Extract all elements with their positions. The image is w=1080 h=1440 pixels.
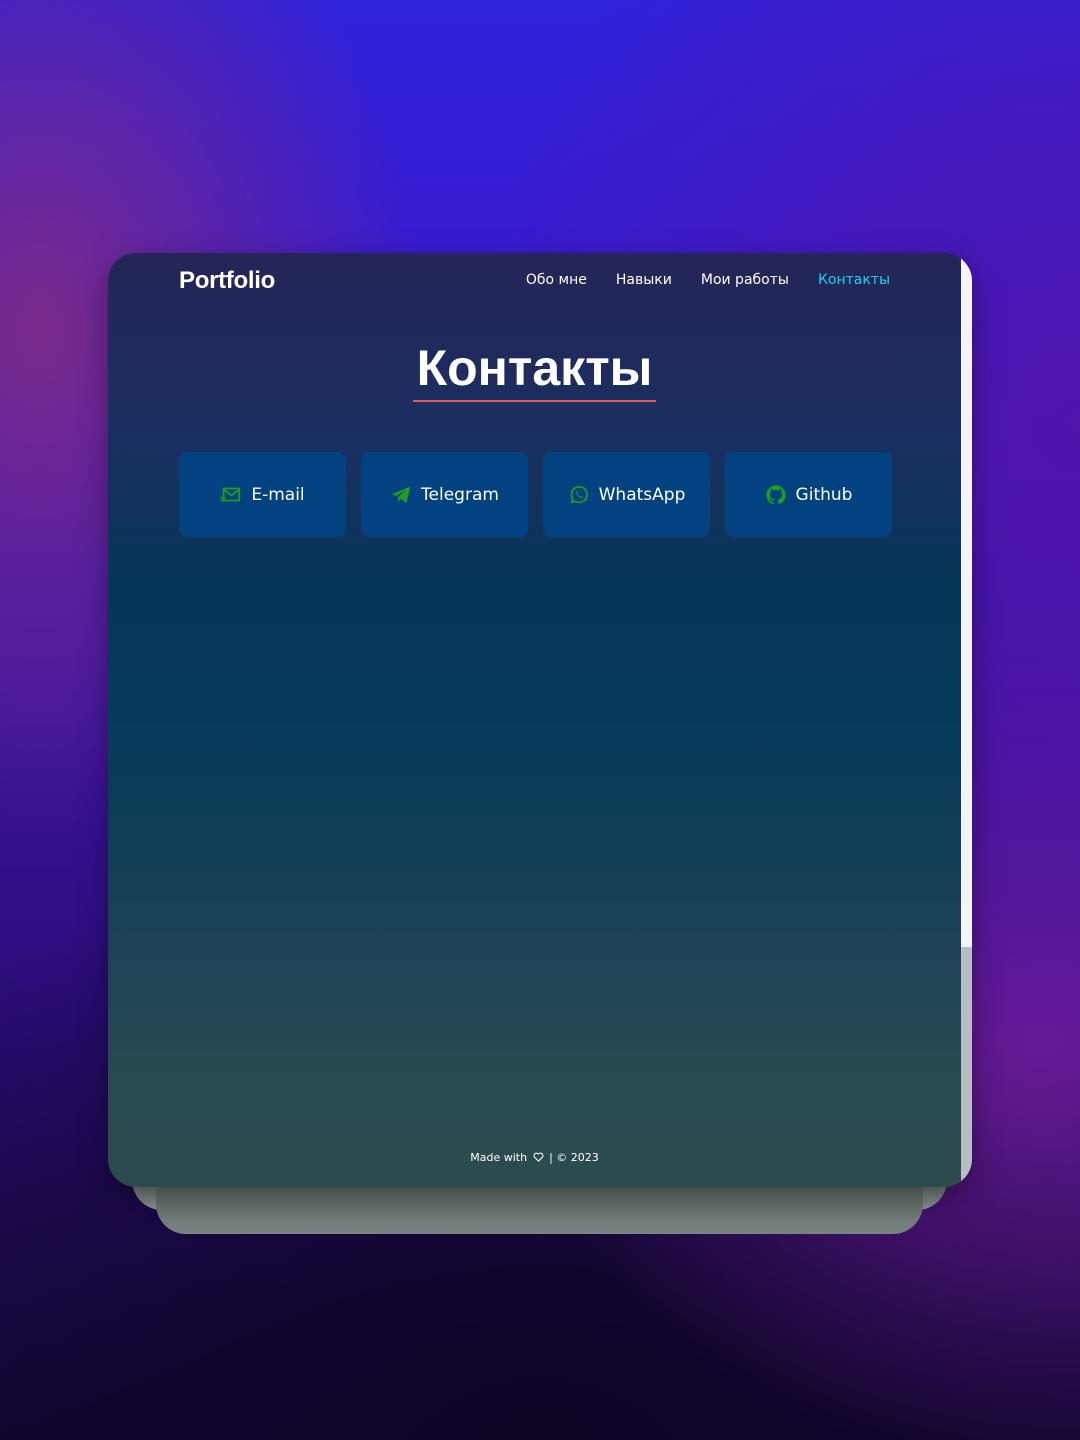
- email-label: E-mail: [251, 484, 305, 505]
- header-nav: Portfolio Обо мне Навыки Мои работы Конт…: [108, 253, 961, 311]
- scrollbar[interactable]: [961, 253, 972, 1187]
- footer: Made with | © 2023: [108, 1151, 961, 1165]
- contact-buttons: E-mail Telegram WhatsApp Github: [179, 452, 892, 537]
- github-button[interactable]: Github: [725, 452, 892, 537]
- github-icon: [765, 484, 787, 506]
- whatsapp-button[interactable]: WhatsApp: [543, 452, 710, 537]
- email-icon: [220, 484, 242, 506]
- browser-card: Portfolio Обо мне Навыки Мои работы Конт…: [108, 253, 972, 1187]
- nav-link-skills[interactable]: Навыки: [616, 272, 672, 288]
- page-title: Контакты: [412, 338, 657, 402]
- telegram-button[interactable]: Telegram: [361, 452, 528, 537]
- nav-links: Обо мне Навыки Мои работы Контакты: [526, 272, 890, 288]
- nav-link-contacts[interactable]: Контакты: [818, 272, 890, 288]
- telegram-icon: [390, 484, 412, 506]
- footer-copyright: | © 2023: [549, 1151, 599, 1164]
- heart-icon: [533, 1152, 544, 1165]
- whatsapp-icon: [568, 484, 590, 506]
- card-stack-shadow-back: [156, 1180, 923, 1234]
- telegram-label: Telegram: [421, 484, 499, 505]
- whatsapp-label: WhatsApp: [598, 484, 686, 505]
- scrollbar-thumb[interactable]: [961, 253, 972, 947]
- nav-link-works[interactable]: Мои работы: [701, 272, 789, 288]
- nav-link-about[interactable]: Обо мне: [526, 272, 587, 288]
- logo[interactable]: Portfolio: [179, 267, 275, 295]
- footer-made-with: Made with: [470, 1151, 528, 1164]
- email-button[interactable]: E-mail: [179, 452, 346, 537]
- github-label: Github: [795, 484, 853, 505]
- title-wrap: Контакты: [108, 338, 961, 402]
